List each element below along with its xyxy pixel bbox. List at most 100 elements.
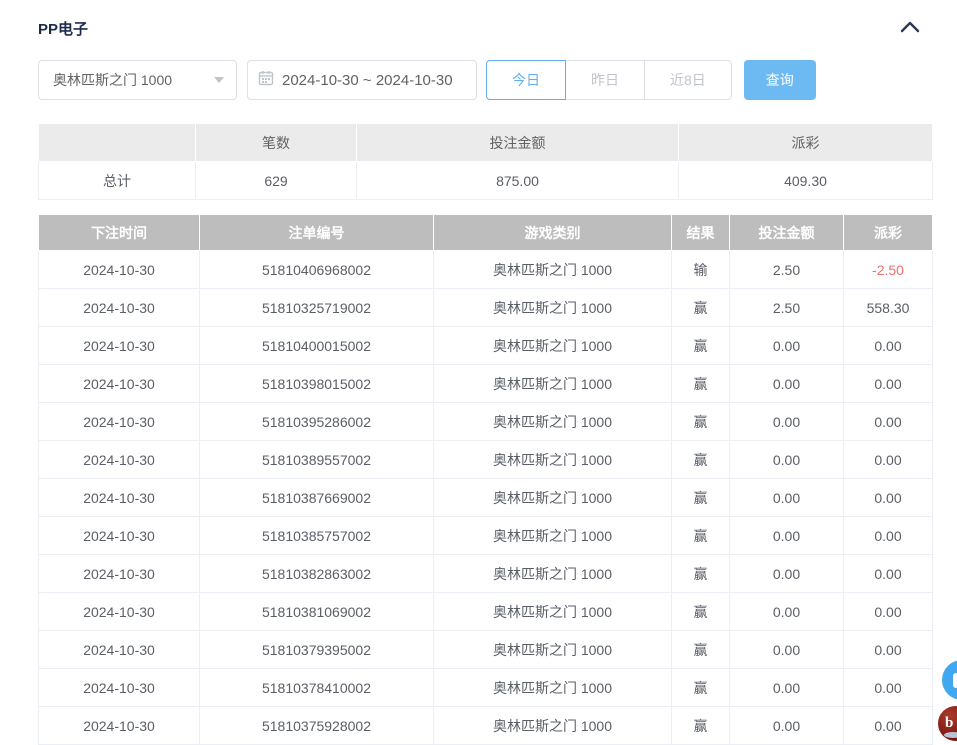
cell-payout: 0.00 (844, 327, 933, 365)
cell-game: 奥林匹斯之门 1000 (434, 479, 672, 517)
cell-payout: 0.00 (844, 707, 933, 745)
collapse-button[interactable] (900, 21, 920, 36)
yesterday-button[interactable]: 昨日 (565, 60, 645, 100)
detail-table-body: 2024-10-3051810406968002奥林匹斯之门 1000输2.50… (39, 251, 933, 745)
table-row: 2024-10-3051810381069002奥林匹斯之门 1000赢0.00… (39, 593, 933, 631)
cell-game: 奥林匹斯之门 1000 (434, 327, 672, 365)
cell-payout: -2.50 (844, 251, 933, 289)
brand-logo-letter: b (945, 715, 953, 732)
cell-game: 奥林匹斯之门 1000 (434, 251, 672, 289)
summary-header-bet-amount: 投注金额 (357, 124, 679, 162)
summary-header-row: 笔数 投注金额 派彩 (39, 124, 933, 162)
cell-result: 赢 (672, 289, 730, 327)
summary-header-payout: 派彩 (679, 124, 933, 162)
cell-bet-no: 51810381069002 (200, 593, 434, 631)
cell-amount: 0.00 (730, 441, 844, 479)
cell-game: 奥林匹斯之门 1000 (434, 517, 672, 555)
cell-amount: 0.00 (730, 403, 844, 441)
detail-header-amount: 投注金额 (730, 215, 844, 251)
table-row: 2024-10-3051810378410002奥林匹斯之门 1000赢0.00… (39, 669, 933, 707)
table-row: 2024-10-3051810382863002奥林匹斯之门 1000赢0.00… (39, 555, 933, 593)
detail-header-payout: 派彩 (844, 215, 933, 251)
cell-time: 2024-10-30 (39, 555, 200, 593)
table-row: 2024-10-3051810385757002奥林匹斯之门 1000赢0.00… (39, 517, 933, 555)
cell-result: 赢 (672, 669, 730, 707)
table-row: 2024-10-3051810395286002奥林匹斯之门 1000赢0.00… (39, 403, 933, 441)
cell-game: 奥林匹斯之门 1000 (434, 289, 672, 327)
chat-bubble-icon (953, 673, 957, 688)
cell-payout: 0.00 (844, 669, 933, 707)
cell-bet-no: 51810389557002 (200, 441, 434, 479)
cell-amount: 2.50 (730, 289, 844, 327)
cell-result: 赢 (672, 441, 730, 479)
cell-time: 2024-10-30 (39, 251, 200, 289)
cell-amount: 0.00 (730, 555, 844, 593)
game-select[interactable]: 奥林匹斯之门 1000 (38, 60, 237, 100)
table-row: 2024-10-3051810379395002奥林匹斯之门 1000赢0.00… (39, 631, 933, 669)
detail-header-result: 结果 (672, 215, 730, 251)
cell-time: 2024-10-30 (39, 631, 200, 669)
cell-bet-no: 51810379395002 (200, 631, 434, 669)
detail-header-game: 游戏类别 (434, 215, 672, 251)
cell-result: 赢 (672, 517, 730, 555)
cell-game: 奥林匹斯之门 1000 (434, 555, 672, 593)
cell-time: 2024-10-30 (39, 517, 200, 555)
cell-amount: 2.50 (730, 251, 844, 289)
last-8-days-button[interactable]: 近8日 (644, 60, 732, 100)
table-row: 2024-10-3051810406968002奥林匹斯之门 1000输2.50… (39, 251, 933, 289)
cell-amount: 0.00 (730, 631, 844, 669)
cell-time: 2024-10-30 (39, 289, 200, 327)
cell-amount: 0.00 (730, 593, 844, 631)
cell-payout: 558.30 (844, 289, 933, 327)
today-button[interactable]: 今日 (486, 60, 566, 100)
cell-bet-no: 51810325719002 (200, 289, 434, 327)
panel-header: PP电子 (38, 0, 932, 40)
cell-bet-no: 51810406968002 (200, 251, 434, 289)
cell-result: 赢 (672, 327, 730, 365)
summary-total-bet-amount: 875.00 (357, 162, 679, 200)
cell-amount: 0.00 (730, 669, 844, 707)
cell-payout: 0.00 (844, 631, 933, 669)
detail-header-bet-no: 注单编号 (200, 215, 434, 251)
cell-payout: 0.00 (844, 555, 933, 593)
cell-time: 2024-10-30 (39, 479, 200, 517)
cell-result: 输 (672, 251, 730, 289)
chevron-down-icon (214, 77, 224, 83)
cell-amount: 0.00 (730, 479, 844, 517)
table-row: 2024-10-3051810375928002奥林匹斯之门 1000赢0.00… (39, 707, 933, 745)
cell-game: 奥林匹斯之门 1000 (434, 365, 672, 403)
cell-payout: 0.00 (844, 517, 933, 555)
cell-result: 赢 (672, 403, 730, 441)
summary-total-label: 总计 (39, 162, 196, 200)
cell-payout: 0.00 (844, 403, 933, 441)
table-row: 2024-10-3051810400015002奥林匹斯之门 1000赢0.00… (39, 327, 933, 365)
summary-total-count: 629 (196, 162, 357, 200)
cell-amount: 0.00 (730, 365, 844, 403)
cell-result: 赢 (672, 631, 730, 669)
table-row: 2024-10-3051810398015002奥林匹斯之门 1000赢0.00… (39, 365, 933, 403)
date-range-input[interactable]: 2024-10-30 ~ 2024-10-30 (247, 60, 477, 100)
cell-bet-no: 51810382863002 (200, 555, 434, 593)
cell-result: 赢 (672, 707, 730, 745)
page-title: PP电子 (38, 18, 88, 39)
cell-game: 奥林匹斯之门 1000 (434, 403, 672, 441)
cell-amount: 0.00 (730, 327, 844, 365)
summary-total-row: 总计 629 875.00 409.30 (39, 162, 933, 200)
cell-result: 赢 (672, 555, 730, 593)
date-range-value: 2024-10-30 ~ 2024-10-30 (282, 72, 453, 89)
cell-game: 奥林匹斯之门 1000 (434, 631, 672, 669)
cell-time: 2024-10-30 (39, 593, 200, 631)
cell-game: 奥林匹斯之门 1000 (434, 669, 672, 707)
cell-time: 2024-10-30 (39, 327, 200, 365)
cell-bet-no: 51810398015002 (200, 365, 434, 403)
cell-time: 2024-10-30 (39, 403, 200, 441)
table-row: 2024-10-3051810387669002奥林匹斯之门 1000赢0.00… (39, 479, 933, 517)
summary-header-count: 笔数 (196, 124, 357, 162)
cell-result: 赢 (672, 479, 730, 517)
cell-payout: 0.00 (844, 593, 933, 631)
summary-header-blank (39, 124, 196, 162)
cell-result: 赢 (672, 593, 730, 631)
record-panel: PP电子 奥林匹斯之门 1000 (0, 0, 957, 745)
query-button[interactable]: 查询 (744, 60, 816, 100)
cell-payout: 0.00 (844, 365, 933, 403)
